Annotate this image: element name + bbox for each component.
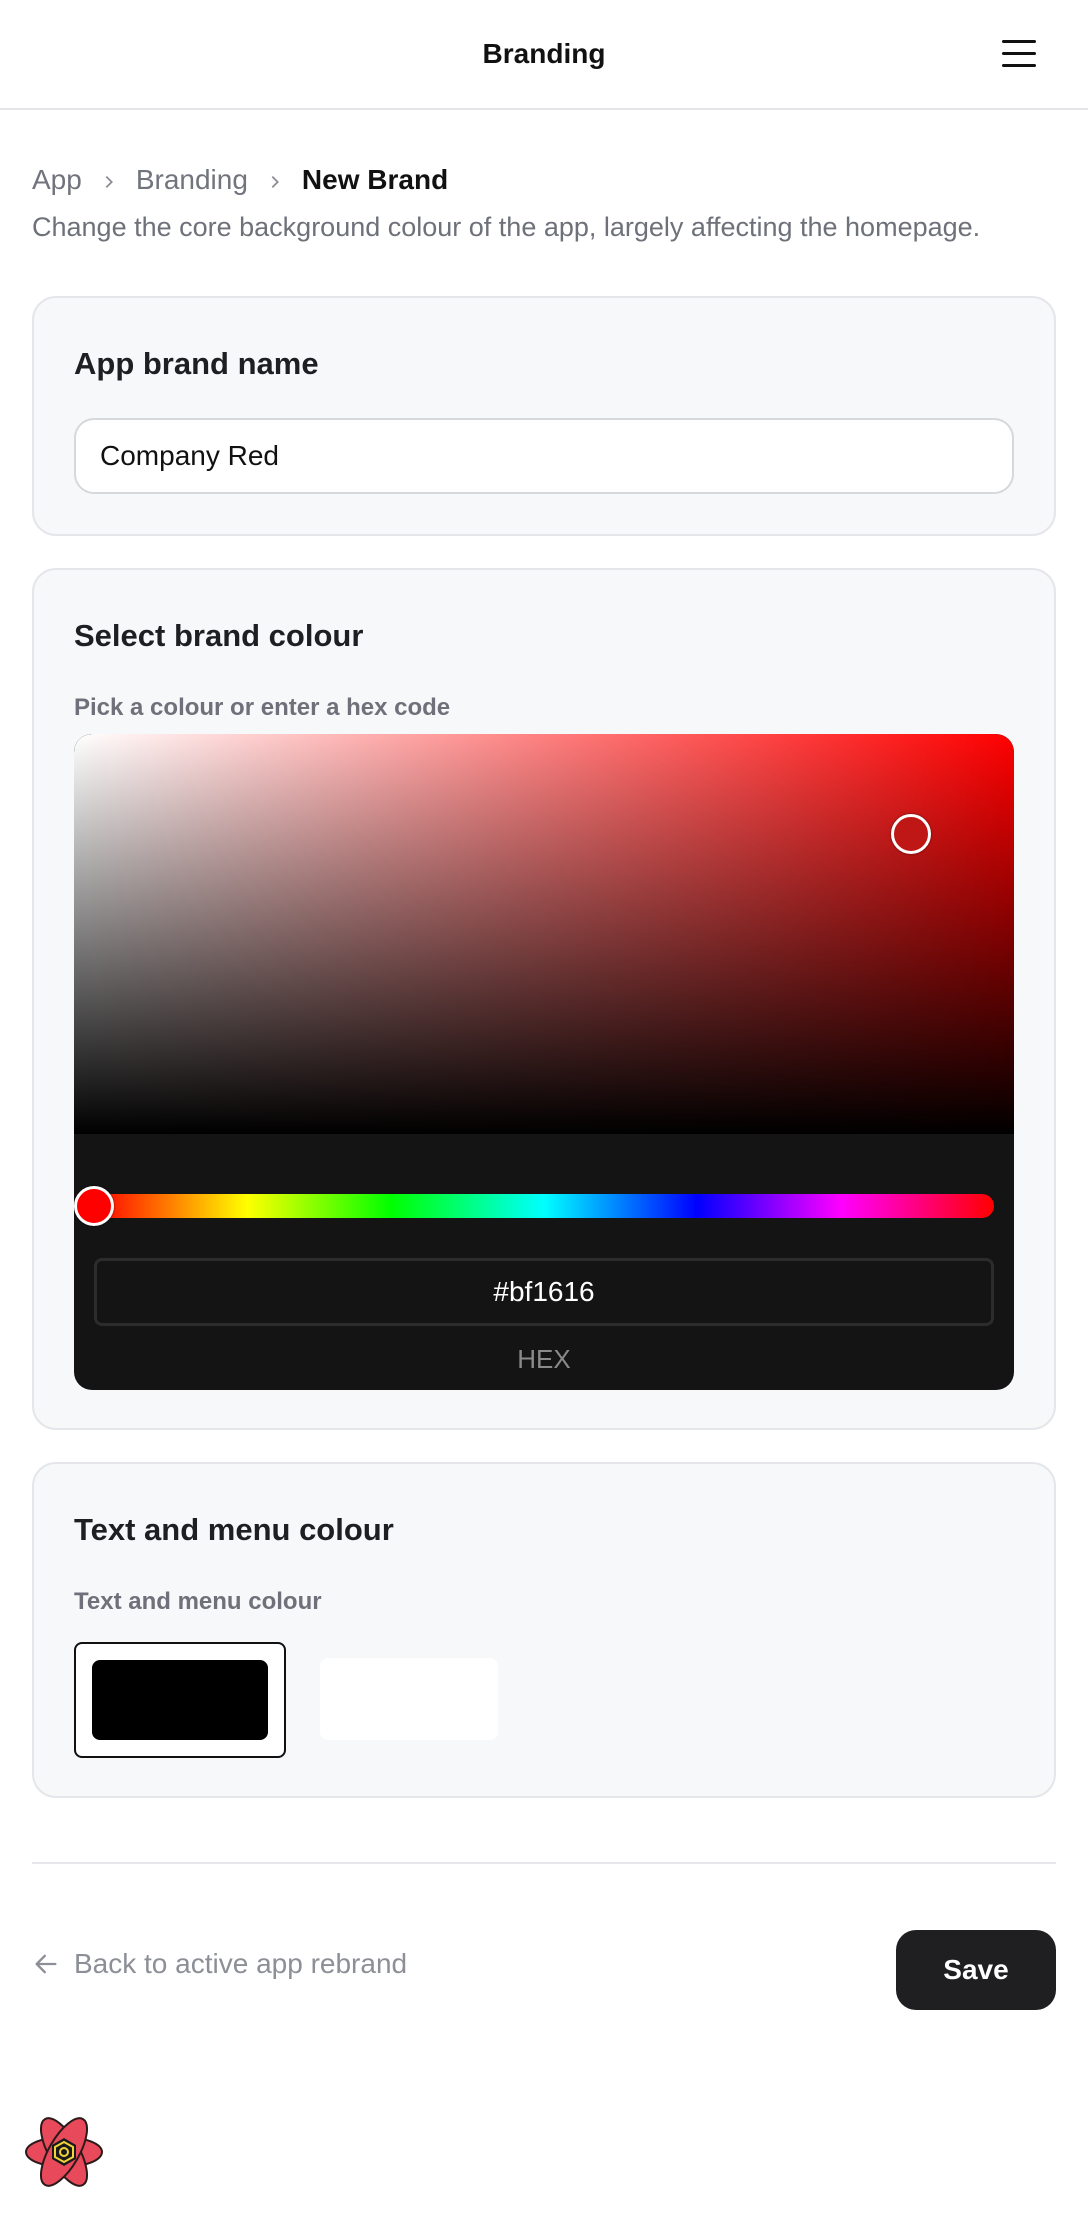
footer-divider <box>32 1862 1056 1864</box>
text-menu-colour-heading: Text and menu colour <box>74 1512 394 1547</box>
hamburger-menu-icon[interactable] <box>1002 40 1036 68</box>
brand-name-heading: App brand name <box>74 346 319 381</box>
top-bar: Branding <box>0 0 1088 110</box>
save-button[interactable]: Save <box>896 1930 1056 2010</box>
hue-slider[interactable] <box>74 1186 994 1226</box>
hex-input[interactable] <box>94 1258 994 1326</box>
brand-name-card: App brand name <box>32 296 1056 536</box>
text-menu-colour-card: Text and menu colour Text and menu colou… <box>32 1462 1056 1798</box>
swatch-black-selected[interactable] <box>74 1642 286 1758</box>
page-description: Change the core background colour of the… <box>32 212 981 242</box>
brand-colour-card: Select brand colour Pick a colour or ent… <box>32 568 1056 1430</box>
breadcrumb: App Branding New Brand <box>32 164 448 196</box>
breadcrumb-item-new-brand: New Brand <box>301 164 449 195</box>
hex-label: HEX <box>517 1344 571 1374</box>
hue-handle[interactable] <box>74 1186 114 1226</box>
breadcrumb-item-branding[interactable]: Branding <box>136 164 248 196</box>
chevron-right-icon <box>94 164 124 196</box>
brand-colour-label: Pick a colour or enter a hex code <box>74 694 451 721</box>
swatch-white[interactable] <box>320 1658 498 1740</box>
atom-logo-icon <box>22 2110 106 2194</box>
brand-name-input[interactable] <box>74 418 1014 494</box>
saturation-brightness-area[interactable] <box>74 734 1014 1134</box>
back-to-active-rebrand-link[interactable]: Back to active app rebrand <box>32 1948 407 1980</box>
brand-colour-heading: Select brand colour <box>74 618 364 653</box>
colour-picker: HEX <box>74 734 1014 1390</box>
breadcrumb-item-app[interactable]: App <box>32 164 82 196</box>
swatch-black-fill <box>92 1660 268 1740</box>
chevron-right-icon <box>260 164 290 196</box>
saturation-handle[interactable] <box>890 814 931 854</box>
text-menu-colour-label: Text and menu colour <box>74 1588 322 1615</box>
back-link-label: Back to active app rebrand <box>74 1948 408 1979</box>
arrow-left-icon <box>35 1954 57 1974</box>
page-title: Branding <box>482 38 606 69</box>
